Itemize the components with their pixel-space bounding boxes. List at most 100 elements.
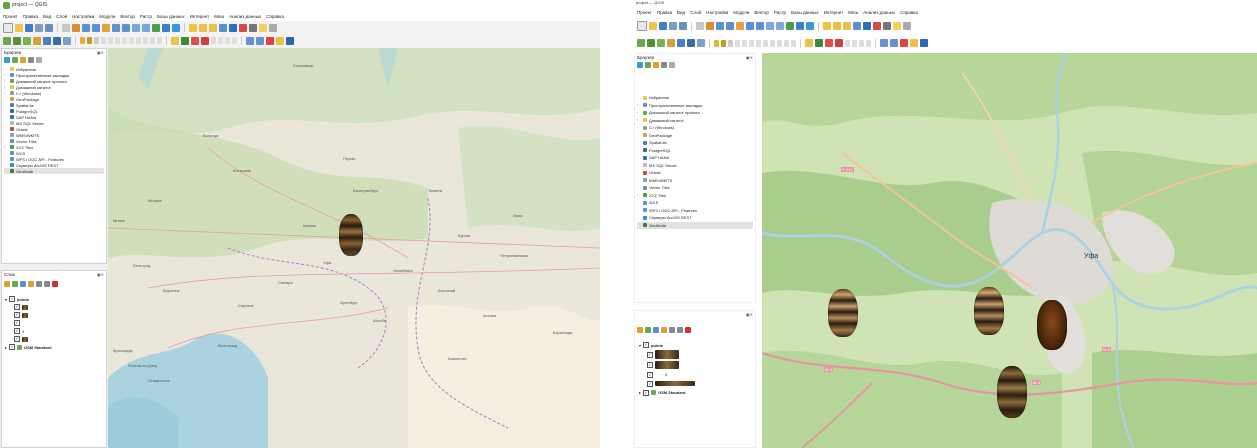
save-as-icon[interactable] bbox=[669, 22, 677, 30]
visibility-checkbox[interactable]: ✓ bbox=[9, 344, 16, 350]
legend-checkbox[interactable]: ✓ bbox=[647, 362, 653, 368]
browser-item-spatialite[interactable]: SpatiaLite bbox=[637, 139, 753, 147]
map-canvas[interactable]: Сыктывкар Пермь Екатеринбург Тюмень Кург… bbox=[108, 48, 600, 448]
zoom-in-icon[interactable] bbox=[716, 22, 724, 30]
save-project-icon[interactable] bbox=[25, 23, 33, 32]
plugin-icon[interactable] bbox=[910, 39, 918, 47]
magnifier-icon[interactable] bbox=[880, 39, 888, 47]
add-delimited-text-icon[interactable] bbox=[667, 39, 675, 47]
point-marker[interactable] bbox=[997, 366, 1027, 418]
label-toolbar-icon[interactable] bbox=[805, 39, 813, 47]
point-marker[interactable] bbox=[1037, 300, 1067, 350]
label-toolbar-icon[interactable] bbox=[171, 36, 179, 45]
select-features-icon[interactable] bbox=[199, 23, 207, 32]
legend-checkbox[interactable]: ✓ bbox=[14, 328, 20, 334]
browser-item-drive-c[interactable]: › C:\ (Windows) bbox=[637, 124, 753, 132]
deselect-icon[interactable] bbox=[209, 23, 217, 32]
pan-icon[interactable] bbox=[696, 22, 704, 30]
redo-icon[interactable] bbox=[157, 37, 162, 44]
new-map-view-icon[interactable] bbox=[152, 23, 160, 32]
zoom-native-icon[interactable] bbox=[766, 22, 774, 30]
move-label-icon[interactable] bbox=[852, 39, 857, 47]
style-icon[interactable] bbox=[637, 327, 643, 333]
zoom-full-icon[interactable] bbox=[736, 22, 744, 30]
layer-labeling-icon[interactable] bbox=[181, 36, 189, 45]
attribute-table-icon[interactable] bbox=[863, 22, 871, 30]
browser-item-vector-tiles[interactable]: Vector Tiles bbox=[637, 184, 753, 192]
panel-close-icon[interactable]: ▣✕ bbox=[746, 312, 753, 317]
filter-icon[interactable] bbox=[653, 62, 659, 68]
print-layout-icon[interactable] bbox=[45, 23, 53, 32]
identify-icon[interactable] bbox=[189, 23, 197, 32]
layer-osm-standard[interactable]: ▸ ✓ OSM Standard bbox=[639, 388, 753, 397]
layer-group-points[interactable]: ▾ ✓ points bbox=[5, 295, 104, 303]
layer-labeling-icon[interactable] bbox=[815, 39, 823, 47]
geocoder-icon[interactable] bbox=[890, 39, 898, 47]
properties-icon[interactable] bbox=[669, 62, 675, 68]
add-selected-icon[interactable] bbox=[645, 62, 651, 68]
open-project-icon[interactable] bbox=[15, 23, 23, 32]
print-layout-icon[interactable] bbox=[679, 22, 687, 30]
browser-item-geonode[interactable]: GeoNode bbox=[4, 168, 104, 174]
menu-mesh[interactable]: Меш bbox=[214, 14, 224, 19]
visibility-checkbox[interactable]: ✓ bbox=[9, 296, 16, 302]
geocoder-icon[interactable] bbox=[256, 36, 264, 45]
pin-labels-icon[interactable] bbox=[201, 36, 209, 45]
legend-item[interactable]: ✓ bbox=[639, 379, 753, 388]
new-project-icon[interactable] bbox=[3, 22, 13, 33]
legend-checkbox[interactable]: ✓ bbox=[14, 336, 20, 342]
add-vector-layer-icon[interactable] bbox=[3, 36, 11, 45]
menu-raster[interactable]: Растр bbox=[774, 10, 786, 15]
undo-icon[interactable] bbox=[150, 37, 155, 44]
new-project-icon[interactable] bbox=[637, 21, 647, 31]
legend-checkbox[interactable]: ✓ bbox=[14, 304, 20, 310]
vertex-tool-icon[interactable] bbox=[742, 39, 747, 47]
filter-icon[interactable] bbox=[20, 57, 26, 63]
menu-edit[interactable]: Правка bbox=[657, 10, 672, 15]
browser-item-bookmarks[interactable]: › Пространственные закладки bbox=[637, 102, 753, 110]
redo-icon[interactable] bbox=[791, 39, 796, 47]
python-console-icon[interactable] bbox=[266, 36, 274, 45]
filter-legend-icon[interactable] bbox=[661, 327, 667, 333]
filter-legend-icon[interactable] bbox=[28, 281, 34, 287]
menu-web[interactable]: Интернет bbox=[824, 10, 844, 15]
save-edits-icon[interactable] bbox=[728, 39, 733, 47]
browser-item-favorites[interactable]: Избранное bbox=[637, 94, 753, 102]
zoom-layer-icon[interactable] bbox=[122, 23, 130, 32]
measure-icon[interactable] bbox=[883, 22, 891, 30]
measure-icon[interactable] bbox=[249, 23, 257, 32]
legend-item[interactable]: ✓ bbox=[5, 303, 104, 311]
pan-to-selection-icon[interactable] bbox=[706, 22, 714, 30]
point-marker[interactable] bbox=[974, 287, 1004, 335]
menu-layer[interactable]: Слой bbox=[56, 14, 67, 19]
legend-item[interactable]: ✓ bbox=[639, 349, 753, 360]
style-icon[interactable] bbox=[4, 281, 10, 287]
add-spatialite-icon[interactable] bbox=[43, 36, 51, 45]
menu-vector[interactable]: Вектор bbox=[120, 14, 135, 19]
copy-features-icon[interactable] bbox=[770, 39, 775, 47]
browser-item-saphana[interactable]: SAP HANA bbox=[637, 154, 753, 162]
move-feature-icon[interactable] bbox=[115, 37, 120, 44]
legend-item[interactable]: ✓ bbox=[639, 360, 753, 370]
identify-icon[interactable] bbox=[823, 22, 831, 30]
menu-database[interactable]: Базы данных bbox=[157, 14, 185, 19]
temporal-controller-icon[interactable] bbox=[796, 22, 804, 30]
collapse-all-icon[interactable] bbox=[28, 57, 34, 63]
panel-close-icon[interactable]: ▣✕ bbox=[746, 55, 753, 60]
change-label-icon[interactable] bbox=[232, 37, 237, 44]
legend-checkbox[interactable]: ✓ bbox=[14, 312, 20, 318]
statistics-icon[interactable] bbox=[239, 23, 247, 32]
open-project-icon[interactable] bbox=[649, 22, 657, 30]
zoom-full-icon[interactable] bbox=[102, 23, 110, 32]
menu-database[interactable]: Базы данных bbox=[791, 10, 819, 15]
expand-all-icon[interactable] bbox=[36, 281, 42, 287]
cut-features-icon[interactable] bbox=[129, 37, 134, 44]
menu-plugins[interactable]: Модули bbox=[733, 10, 749, 15]
menu-project[interactable]: Проект bbox=[3, 14, 18, 19]
add-raster-layer-icon[interactable] bbox=[13, 36, 21, 45]
statistics-icon[interactable] bbox=[873, 22, 881, 30]
browser-item-wfs[interactable]: WFS / OGC API - Features bbox=[637, 207, 753, 215]
annotation-icon[interactable] bbox=[893, 22, 901, 30]
browser-item-project-home[interactable]: › Домашний каталог проекта bbox=[637, 109, 753, 117]
menu-view[interactable]: Вид bbox=[677, 10, 685, 15]
